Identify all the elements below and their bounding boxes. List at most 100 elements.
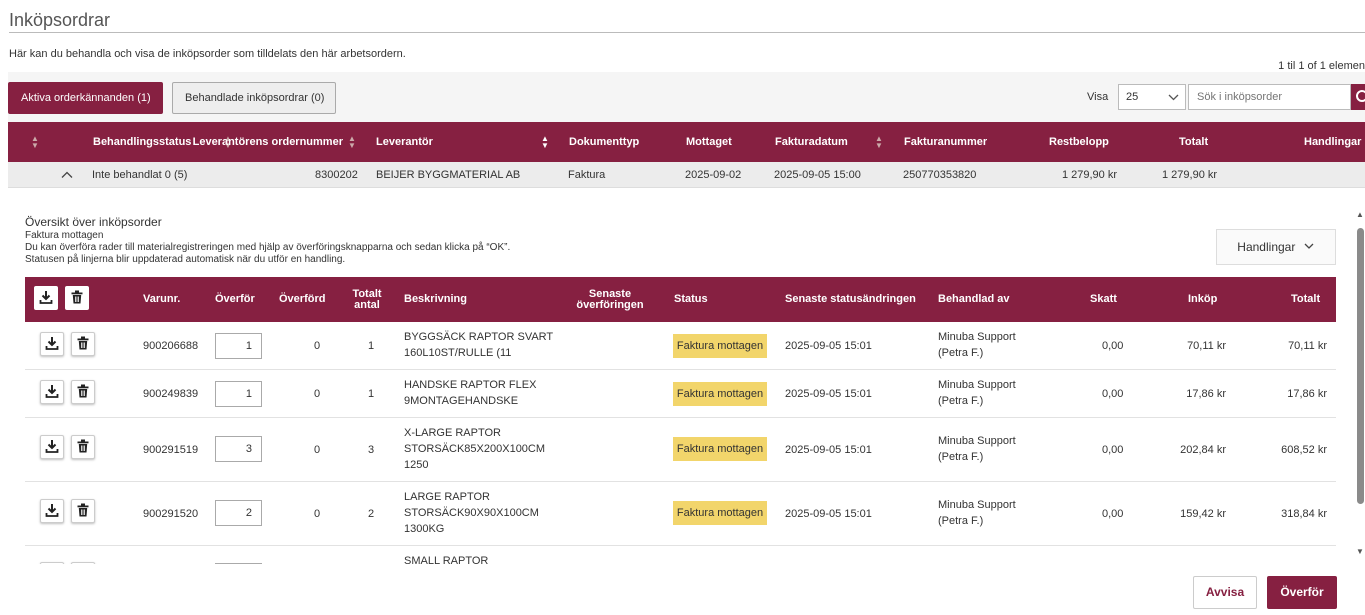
sort-arrows-icon[interactable]: ▲ ▼ (31, 135, 39, 150)
download-icon (45, 336, 59, 353)
line-total: 17,86 kr (1287, 388, 1327, 400)
download-row-button[interactable] (40, 332, 64, 356)
col-header-total[interactable]: Totalt (1179, 122, 1208, 162)
col-header-last-status-change: Senaste statusändringen (785, 293, 916, 305)
row-invoice-date: 2025-09-05 15:00 (774, 169, 861, 181)
description-line: 1300KG (404, 523, 445, 535)
search-input[interactable] (1188, 84, 1351, 110)
transferred-qty: 0 (314, 388, 321, 400)
transfer-qty-input[interactable]: 3 (215, 436, 262, 462)
sort-arrows-icon[interactable]: ▲ ▼ (875, 135, 883, 150)
last-status-change: 2025-09-05 15:01 (785, 508, 872, 520)
description-line: 160L10ST/RULLE (11 (404, 347, 512, 359)
col-header-invoice-date[interactable]: Fakturadatum (775, 122, 848, 162)
trash-icon (77, 439, 89, 456)
line-total: 318,84 kr (1281, 508, 1327, 520)
description-line: STORSÄCK85X200X100CM (404, 443, 546, 455)
col-header-doc-type[interactable]: Dokumenttyp (569, 122, 639, 162)
delete-row-button[interactable] (71, 435, 95, 459)
trash-icon (77, 503, 89, 520)
chevron-up-icon[interactable] (61, 162, 73, 188)
col-header-description: Beskrivning (404, 293, 467, 305)
transferred-qty: 0 (314, 508, 321, 520)
page-size-value: 25 (1126, 91, 1139, 103)
col-header-handled-by: Behandlad av (938, 293, 1010, 305)
search-icon (1356, 90, 1365, 102)
table-row: 900291520 2 0 2 LARGE RAPTOR STORSÄCK90X… (25, 482, 1336, 546)
download-row-button[interactable] (40, 435, 64, 459)
search-button[interactable] (1351, 84, 1365, 110)
tax: 0,00 (1102, 388, 1124, 400)
description-line: STORSÄCK90X90X100CM (404, 507, 539, 519)
sort-arrows-icon[interactable]: ▲ ▼ (541, 135, 549, 150)
description-line: SMALL RAPTOR (404, 555, 489, 564)
purchase: 202,84 kr (1180, 444, 1226, 456)
row-total: 1 279,90 kr (1162, 169, 1218, 181)
delete-row-button[interactable] (71, 332, 95, 356)
col-header-supplier[interactable]: Leverantör (376, 122, 433, 162)
handled-by: Minuba Support (938, 379, 1016, 391)
transfer-qty-input[interactable]: 1 (215, 381, 262, 407)
transfer-qty-input[interactable] (215, 563, 262, 564)
col-header-invoice-no[interactable]: Fakturanummer (904, 122, 987, 162)
scrollbar-thumb[interactable] (1357, 228, 1364, 504)
description-line: 9MONTAGEHANDSKE (404, 395, 519, 407)
col-header-received[interactable]: Mottaget (686, 122, 732, 162)
item-no: 900291520 (143, 508, 199, 520)
download-row-button[interactable] (40, 380, 64, 404)
last-status-change: 2025-09-05 15:01 (785, 444, 872, 456)
download-row-button[interactable] (40, 562, 64, 564)
sort-arrows-icon[interactable]: ▲ ▼ (348, 135, 356, 150)
lines-table-header: Varunr. Överför Överförd Totalt antal Be… (25, 277, 1336, 322)
download-row-button[interactable] (40, 499, 64, 523)
delete-row-button[interactable] (71, 380, 95, 404)
col-header-purchase: Inköp (1188, 293, 1218, 305)
reject-button[interactable]: Avvisa (1193, 576, 1257, 609)
col-header-remaining[interactable]: Restbelopp (1049, 122, 1109, 162)
tab-active-acknowledgements[interactable]: Aktiva orderkännanden (1) (8, 82, 163, 114)
status-badge: Faktura mottagen (673, 501, 767, 525)
delete-row-button[interactable] (71, 499, 95, 523)
overview-note: Statusen på linjerna blir uppdaterad aut… (25, 254, 346, 265)
col-header-status[interactable]: Behandlingsstatus (93, 122, 191, 162)
row-status: Inte behandlat 0 (5) (92, 169, 188, 181)
table-row: 900291519 3 0 3 X-LARGE RAPTOR STORSÄCK8… (25, 418, 1336, 482)
purchase: 17,86 kr (1186, 388, 1226, 400)
last-status-change: 2025-09-05 15:01 (785, 340, 872, 352)
toolbar: Aktiva orderkännanden (1) Behandlade ink… (8, 72, 1365, 122)
col-header-status: Status (674, 293, 708, 305)
total-qty: 1 (368, 388, 375, 400)
page-title: Inköpsordrar (9, 10, 111, 30)
col-header-transfer: Överför (215, 293, 255, 305)
orders-table-header: ▲ ▼ Behandlingsstatus ▲ ▼ Leverantörens or… (8, 122, 1365, 162)
transfer-button[interactable]: Överför (1267, 576, 1337, 609)
scroll-down-arrow[interactable]: ▼ (1356, 547, 1364, 556)
delete-all-button[interactable] (65, 286, 89, 310)
download-icon (45, 503, 59, 520)
trash-icon (77, 336, 89, 353)
handled-by: Minuba Support (938, 499, 1016, 511)
col-header-actions: Handlingar (1304, 136, 1362, 148)
actions-dropdown-button[interactable]: Handlingar (1216, 229, 1336, 265)
chevron-down-icon (1299, 240, 1315, 254)
page-size-select[interactable]: 25 (1118, 84, 1186, 110)
total-qty: 1 (368, 340, 375, 352)
tab-processed-orders[interactable]: Behandlade inköpsordrar (0) (172, 82, 336, 114)
handled-by: Minuba Support (938, 435, 1016, 447)
table-row[interactable]: Inte behandlat 0 (5) 8300202 BEIJER BYGG… (8, 162, 1365, 188)
total-qty: 3 (368, 444, 375, 456)
description-line: LARGE RAPTOR (404, 491, 490, 503)
col-header-supplier-order-no[interactable]: Leverantörens ordernummer (193, 122, 343, 162)
item-no: 900206688 (143, 340, 199, 352)
handled-by-name: (Petra F.) (938, 347, 984, 359)
scroll-up-arrow[interactable]: ▲ (1356, 210, 1364, 219)
lines-table-body: 900206688 1 0 1 BYGGSÄCK RAPTOR SVART 16… (25, 322, 1336, 564)
description-line: 1250 (404, 459, 429, 471)
download-all-button[interactable] (34, 286, 58, 310)
transfer-qty-input[interactable]: 2 (215, 500, 262, 526)
delete-row-button[interactable] (71, 562, 95, 564)
chevron-down-icon (1168, 85, 1179, 118)
line-total: 608,52 kr (1281, 444, 1327, 456)
total-qty: 2 (368, 508, 375, 520)
transfer-qty-input[interactable]: 1 (215, 333, 262, 359)
